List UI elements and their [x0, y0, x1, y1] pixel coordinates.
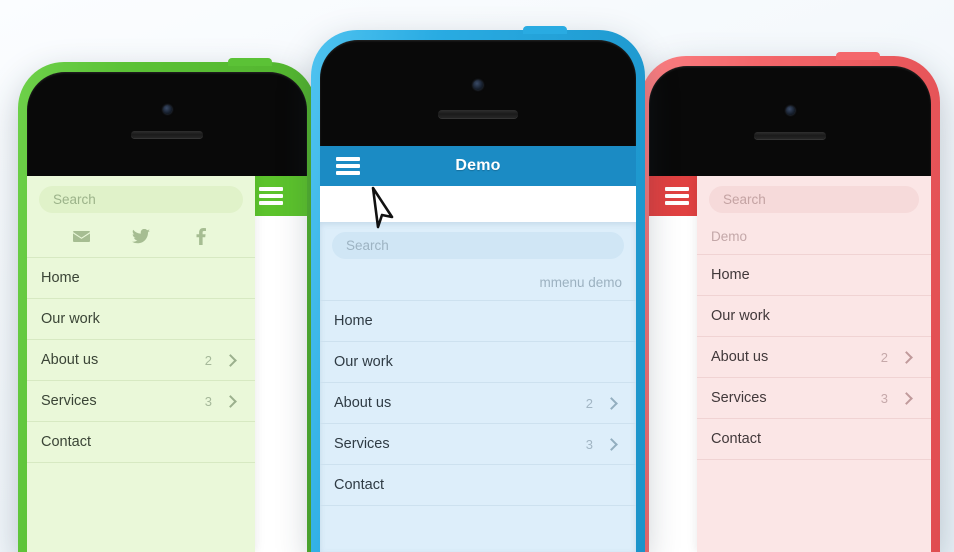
- front-camera: [163, 105, 172, 114]
- submenu-count: 3: [880, 390, 888, 406]
- menu-item-our-work[interactable]: Our work: [320, 342, 636, 382]
- search-input[interactable]: Search: [332, 232, 624, 259]
- phone-right: Search Demo Home Our work About us 2 Ser…: [640, 52, 940, 552]
- menu-item-label: Home: [711, 267, 750, 283]
- submenu-count: 2: [204, 352, 212, 368]
- submenu-count: 3: [585, 436, 593, 452]
- chevron-right-icon[interactable]: [224, 394, 237, 408]
- phone-right-face: Search Demo Home Our work About us 2 Ser…: [649, 66, 931, 552]
- menu-item-label: Services: [711, 390, 767, 406]
- menu-item-label: Our work: [334, 354, 393, 370]
- divider: [697, 459, 931, 460]
- phone-left: Search Home Our work About us 2 Services…: [18, 58, 316, 552]
- mmenu-panel-right: Search Demo Home Our work About us 2 Ser…: [697, 176, 931, 552]
- phone-center-screen: Demo Search mmenu demo Home Our work Abo…: [320, 146, 636, 552]
- submenu-count: 2: [880, 349, 888, 365]
- submenu-count: 2: [585, 395, 593, 411]
- menu-search-wrap: Search: [27, 176, 255, 221]
- menu-item-home[interactable]: Home: [697, 255, 931, 295]
- menu-search-wrap: Search: [320, 222, 636, 267]
- phone-right-screen: Search Demo Home Our work About us 2 Ser…: [649, 176, 931, 552]
- menu-item-contact[interactable]: Contact: [27, 422, 255, 462]
- submenu-count: 3: [204, 393, 212, 409]
- menu-item-label: Home: [334, 313, 373, 329]
- menu-item-contact[interactable]: Contact: [697, 419, 931, 459]
- earpiece-speaker: [754, 132, 826, 139]
- divider: [320, 505, 636, 506]
- site-title-center: Demo: [455, 157, 501, 174]
- menu-item-label: Services: [41, 393, 97, 409]
- menu-item-about-us[interactable]: About us 2: [320, 383, 636, 423]
- divider: [27, 462, 255, 463]
- mmenu-panel-left: Search Home Our work About us 2 Services…: [27, 176, 255, 552]
- menu-item-our-work[interactable]: Our work: [27, 299, 255, 339]
- phone-center-power-button[interactable]: [523, 26, 567, 34]
- front-camera: [786, 106, 795, 115]
- search-input[interactable]: Search: [709, 186, 919, 213]
- phone-left-power-button[interactable]: [228, 58, 272, 66]
- phone-right-power-button[interactable]: [836, 52, 880, 60]
- menu-item-contact[interactable]: Contact: [320, 465, 636, 505]
- menu-item-our-work[interactable]: Our work: [697, 296, 931, 336]
- menu-item-services[interactable]: Services 3: [697, 378, 931, 418]
- social-links: [27, 221, 255, 257]
- chevron-right-icon[interactable]: [605, 396, 618, 410]
- mmenu-panel-center: Search mmenu demo Home Our work About us: [320, 222, 636, 552]
- menu-item-label: Our work: [711, 308, 770, 324]
- search-input[interactable]: Search: [39, 186, 243, 213]
- twitter-icon[interactable]: [111, 225, 171, 247]
- menu-item-services[interactable]: Services 3: [320, 424, 636, 464]
- mail-icon[interactable]: [51, 225, 111, 247]
- menu-item-about-us[interactable]: About us 2: [27, 340, 255, 380]
- menu-item-label: About us: [41, 352, 99, 368]
- earpiece-speaker: [131, 131, 203, 138]
- menu-list-right: Home Our work About us 2 Services 3 Cont…: [697, 255, 931, 460]
- chevron-right-icon[interactable]: [605, 437, 618, 451]
- chevron-right-icon[interactable]: [224, 353, 237, 367]
- menu-item-home[interactable]: Home: [320, 301, 636, 341]
- menu-item-label: Contact: [41, 434, 91, 450]
- hamburger-icon[interactable]: [665, 187, 689, 205]
- phone-center: Demo Search mmenu demo Home Our work Abo…: [311, 26, 645, 552]
- hamburger-icon[interactable]: [336, 157, 360, 175]
- phone-left-screen: Search Home Our work About us 2 Services…: [27, 176, 307, 552]
- front-camera: [473, 80, 483, 90]
- menu-item-label: Contact: [711, 431, 761, 447]
- menu-title-label: mmenu demo: [539, 275, 622, 290]
- menu-list-left: Home Our work About us 2 Services 3 Cont…: [27, 258, 255, 463]
- menu-item-label: Home: [41, 270, 80, 286]
- menu-item-label: Contact: [334, 477, 384, 493]
- menu-item-home[interactable]: Home: [27, 258, 255, 298]
- facebook-icon[interactable]: [171, 225, 231, 247]
- menu-search-wrap: Search: [697, 176, 931, 221]
- chevron-right-icon[interactable]: [900, 350, 913, 364]
- menu-item-label: About us: [711, 349, 769, 365]
- chevron-right-icon[interactable]: [900, 391, 913, 405]
- menu-item-label: Our work: [41, 311, 100, 327]
- menu-title-label: Demo: [711, 229, 748, 244]
- site-header-center: Demo: [320, 146, 636, 186]
- menu-item-about-us[interactable]: About us 2: [697, 337, 931, 377]
- menu-list-center: Home Our work About us 2 Services 3 Cont…: [320, 301, 636, 506]
- phone-left-face: Search Home Our work About us 2 Services…: [27, 72, 307, 552]
- menu-item-label: About us: [334, 395, 392, 411]
- phone-center-face: Demo Search mmenu demo Home Our work Abo…: [320, 40, 636, 552]
- earpiece-speaker: [438, 110, 518, 118]
- menu-item-services[interactable]: Services 3: [27, 381, 255, 421]
- hamburger-icon[interactable]: [259, 187, 283, 205]
- menu-item-label: Services: [334, 436, 390, 452]
